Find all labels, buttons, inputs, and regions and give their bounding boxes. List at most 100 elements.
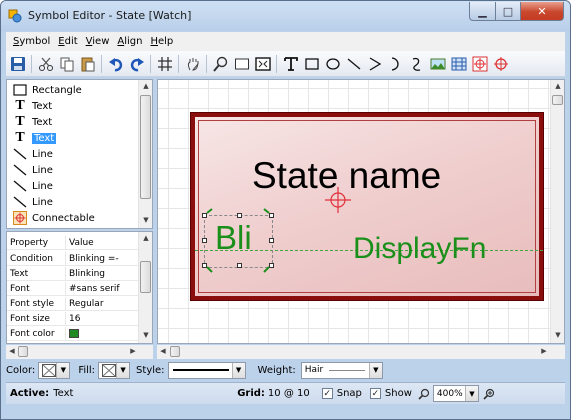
menu-help[interactable]: Help [146, 36, 177, 47]
list-item[interactable]: Line [13, 194, 53, 210]
fit-button[interactable] [253, 54, 272, 73]
menu-symbol[interactable]: Symbol [9, 36, 54, 47]
close-button[interactable]: ✕ [520, 2, 564, 21]
bar-tool-button[interactable] [449, 54, 468, 73]
box-tool-button[interactable] [302, 54, 321, 73]
zoom-in-icon[interactable] [483, 388, 495, 400]
image-tool-button[interactable] [428, 54, 447, 73]
scroll-down-icon: ▼ [143, 216, 149, 224]
line-weight-select[interactable]: Hair ▼ [300, 361, 383, 379]
arc-tool-button[interactable] [386, 54, 405, 73]
minimize-button[interactable]: ▁ [469, 2, 496, 21]
line-style-select[interactable]: ▼ [167, 361, 246, 379]
property-value[interactable] [66, 329, 140, 338]
menu-edit[interactable]: Edit [54, 36, 81, 47]
property-grid-scrollbar[interactable]: ▲ ▼ [138, 232, 152, 343]
drawing-canvas[interactable]: State name Bli DisplayFn ▲ ▼ [157, 79, 565, 344]
list-item[interactable]: Rectangle [13, 82, 82, 98]
solid-line-preview [172, 369, 229, 371]
property-row[interactable]: Condition Blinking =- [7, 252, 140, 266]
hair-line-preview [329, 369, 366, 371]
bar-tool-icon [451, 57, 466, 70]
port-tool-button[interactable] [491, 54, 510, 73]
state-shape[interactable]: State name Bli DisplayFn [190, 112, 544, 301]
redo-button[interactable] [127, 54, 146, 73]
ellipse-tool-button[interactable] [323, 54, 342, 73]
color-picker[interactable]: ▼ [38, 361, 71, 379]
chevron-down-icon: ▼ [464, 386, 478, 401]
save-button[interactable] [8, 54, 27, 73]
property-row[interactable]: Font size 16 [7, 312, 140, 326]
list-item-label: Line [32, 180, 53, 192]
zoom-button[interactable] [211, 54, 230, 73]
list-item-label: Line [32, 196, 53, 208]
property-row[interactable]: Font style Regular [7, 297, 140, 311]
display-fn-text[interactable]: DisplayFn [353, 232, 486, 266]
list-item[interactable]: Line [13, 146, 53, 162]
canvas-hscrollbar[interactable]: ◀ ▶ [157, 345, 565, 359]
connectable-tool-button[interactable] [470, 54, 489, 73]
weight-value: Hair [304, 365, 324, 375]
show-checkbox[interactable]: ✓ [369, 388, 381, 399]
chevron-down-icon: ▼ [231, 362, 245, 378]
rectangle-icon [13, 83, 27, 97]
menu-view[interactable]: View [82, 36, 114, 47]
list-item[interactable]: T Text [13, 114, 52, 130]
curve-tool-button[interactable] [407, 54, 426, 73]
scrollbar-thumb[interactable] [140, 261, 151, 293]
scroll-down-icon: ▼ [555, 331, 561, 339]
text-icon: T [15, 98, 25, 113]
zoom-icon [212, 56, 227, 72]
scrollbar-thumb[interactable] [552, 95, 563, 105]
zoom-out-icon[interactable] [418, 388, 430, 400]
pan-button[interactable] [183, 54, 202, 73]
maximize-button[interactable]: □ [495, 2, 521, 21]
grid-button[interactable] [155, 54, 174, 73]
property-key: Font size [7, 312, 66, 325]
list-item-label: Line [32, 164, 53, 176]
line-tool-icon [347, 58, 360, 69]
scrollbar-thumb[interactable] [170, 346, 180, 357]
color-label: Color: [6, 364, 36, 376]
snap-label: Snap [336, 388, 362, 399]
text-tool-button[interactable] [281, 54, 300, 73]
property-value[interactable]: Blinking =- [66, 254, 140, 264]
zoom-select[interactable]: 400% ▼ [432, 385, 479, 402]
snap-checkbox[interactable]: ✓ [321, 388, 333, 399]
grid-value: 10 @ 10 [267, 388, 310, 399]
property-row[interactable]: Font #sans serif [7, 282, 140, 296]
property-value[interactable]: 16 [66, 314, 140, 324]
rectangle-tool-button[interactable] [232, 54, 251, 73]
property-row[interactable]: Text Blinking [7, 267, 140, 281]
canvas-vscrollbar[interactable]: ▲ ▼ [550, 80, 564, 343]
line-icon [13, 147, 27, 161]
fill-picker[interactable]: ▼ [98, 361, 131, 379]
list-item[interactable]: Line [13, 178, 53, 194]
property-value[interactable]: #sans serif [66, 284, 140, 294]
paste-button[interactable] [78, 54, 97, 73]
menu-align[interactable]: Align [113, 36, 146, 47]
list-item[interactable]: T Text [13, 98, 52, 114]
left-panel-hscrollbar[interactable]: ◀ ▶ [6, 345, 153, 359]
list-item[interactable]: Connectable [13, 210, 95, 226]
undo-button[interactable] [106, 54, 125, 73]
list-item[interactable]: Line [13, 162, 53, 178]
list-item-selected[interactable]: T Text [13, 130, 57, 146]
scrollbar-thumb[interactable] [140, 95, 151, 199]
scroll-up-icon: ▲ [555, 82, 561, 90]
line-tool-button[interactable] [344, 54, 363, 73]
polyline-tool-button[interactable] [365, 54, 384, 73]
image-tool-icon [430, 58, 445, 69]
text-icon: T [15, 114, 25, 129]
property-row[interactable]: Font color [7, 327, 140, 341]
cut-button[interactable] [36, 54, 55, 73]
element-list-scrollbar[interactable]: ▲ ▼ [138, 80, 152, 228]
font-color-swatch[interactable] [69, 329, 79, 338]
property-value[interactable]: Regular [66, 299, 140, 309]
list-item-label: Text [32, 116, 53, 128]
property-value[interactable]: Blinking [66, 269, 140, 279]
scroll-left-icon: ◀ [9, 347, 15, 355]
copy-button[interactable] [57, 54, 76, 73]
redo-icon [130, 57, 144, 71]
scrollbar-thumb[interactable] [18, 346, 28, 357]
